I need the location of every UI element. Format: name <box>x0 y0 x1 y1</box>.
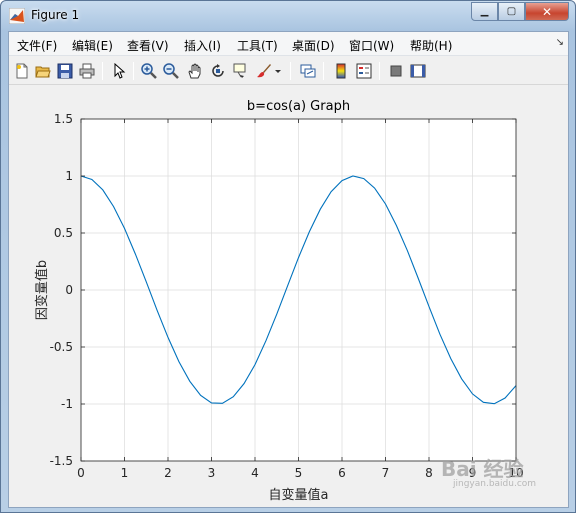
figure-window: Figure 1 ▁ ▢ ✕ 文件(F) 编辑(E) 查看(V) 插入(I) 工… <box>0 0 576 513</box>
link-plot-icon[interactable] <box>299 62 317 80</box>
title-bar[interactable]: Figure 1 ▁ ▢ ✕ <box>1 1 575 31</box>
client-area: 文件(F) 编辑(E) 查看(V) 插入(I) 工具(T) 桌面(D) 窗口(W… <box>8 31 569 508</box>
insert-legend-icon[interactable] <box>355 62 373 80</box>
brush-icon[interactable] <box>255 62 273 80</box>
matlab-logo-icon <box>9 8 25 24</box>
data-cursor-icon[interactable] <box>232 62 250 80</box>
menu-window[interactable]: 窗口(W) <box>349 37 394 54</box>
y-tick-label: 0.5 <box>54 226 73 240</box>
x-tick-label: 6 <box>338 466 346 480</box>
menu-insert[interactable]: 插入(I) <box>184 37 221 54</box>
plot-svg: 0 1 2 3 4 5 6 7 8 9 10 1.510.50-0.5-1-1.5 b=cos(a)… <box>34 99 524 503</box>
x-tick-label: 2 <box>164 466 172 480</box>
menu-bar: 文件(F) 编辑(E) 查看(V) 插入(I) 工具(T) 桌面(D) 窗口(W… <box>9 32 568 56</box>
menu-file[interactable]: 文件(F) <box>17 37 57 54</box>
minimize-button[interactable]: ▁ <box>471 2 498 21</box>
x-tick-label: 4 <box>251 466 259 480</box>
y-tick-label: -1.5 <box>50 454 73 468</box>
new-figure-icon[interactable] <box>13 62 31 80</box>
chart-title: b=cos(a) Graph <box>247 99 350 114</box>
x-tick-label: 5 <box>295 466 303 480</box>
brush-dropdown-icon[interactable] <box>273 62 283 80</box>
x-tick-label: 7 <box>382 466 390 480</box>
x-tick-label: 0 <box>77 466 85 480</box>
hide-plot-tools-icon[interactable] <box>387 62 405 80</box>
menu-view[interactable]: 查看(V) <box>127 37 169 54</box>
maximize-button[interactable]: ▢ <box>498 2 525 21</box>
y-tick-label: 1.5 <box>54 112 73 126</box>
x-axis-label: 自变量值a <box>269 487 329 503</box>
menu-help[interactable]: 帮助(H) <box>410 37 452 54</box>
y-tick-labels: 1.5 1 0.5 0 -0.5 -1 -1.5 <box>50 112 73 468</box>
toolbar-separator <box>102 62 103 80</box>
x-tick-label: 8 <box>425 466 433 480</box>
y-axis-label: 因变量值b <box>34 260 50 320</box>
toolbar-separator <box>323 62 324 80</box>
zoom-out-icon[interactable] <box>162 62 180 80</box>
y-tick-label: -0.5 <box>50 340 73 354</box>
menu-tools[interactable]: 工具(T) <box>237 37 278 54</box>
x-tick-label: 1 <box>121 466 129 480</box>
open-file-icon[interactable] <box>34 62 52 80</box>
dock-arrow-icon[interactable]: ↘ <box>556 37 564 48</box>
x-tick-label: 3 <box>208 466 216 480</box>
watermark-url: jingyan.baidu.com <box>453 479 537 489</box>
print-icon[interactable] <box>78 62 96 80</box>
y-tick-label: 0 <box>65 283 73 297</box>
show-plot-tools-icon[interactable] <box>409 62 427 80</box>
toolbar-separator <box>379 62 380 80</box>
menu-edit[interactable]: 编辑(E) <box>72 37 113 54</box>
figure-canvas: 0 1 2 3 4 5 6 7 8 9 10 1.5 1 0.5 0 -0.5 -1 -1.5 b=cos(a)… <box>9 86 568 507</box>
save-icon[interactable] <box>56 62 74 80</box>
pan-hand-icon[interactable] <box>186 62 204 80</box>
close-button[interactable]: ✕ <box>525 2 569 21</box>
window-title: Figure 1 <box>31 8 80 22</box>
y-tick-label: 1 <box>65 169 73 183</box>
toolbar <box>9 57 568 85</box>
watermark-logo: Bai 经验 <box>441 457 524 481</box>
toolbar-separator <box>133 62 134 80</box>
y-tick-label: -1 <box>61 397 73 411</box>
menu-desktop[interactable]: 桌面(D) <box>292 37 335 54</box>
zoom-in-icon[interactable] <box>140 62 158 80</box>
toolbar-separator <box>290 62 291 80</box>
rotate-3d-icon[interactable] <box>209 62 227 80</box>
edit-plot-arrow-icon[interactable] <box>110 62 128 80</box>
insert-colorbar-icon[interactable] <box>332 62 350 80</box>
